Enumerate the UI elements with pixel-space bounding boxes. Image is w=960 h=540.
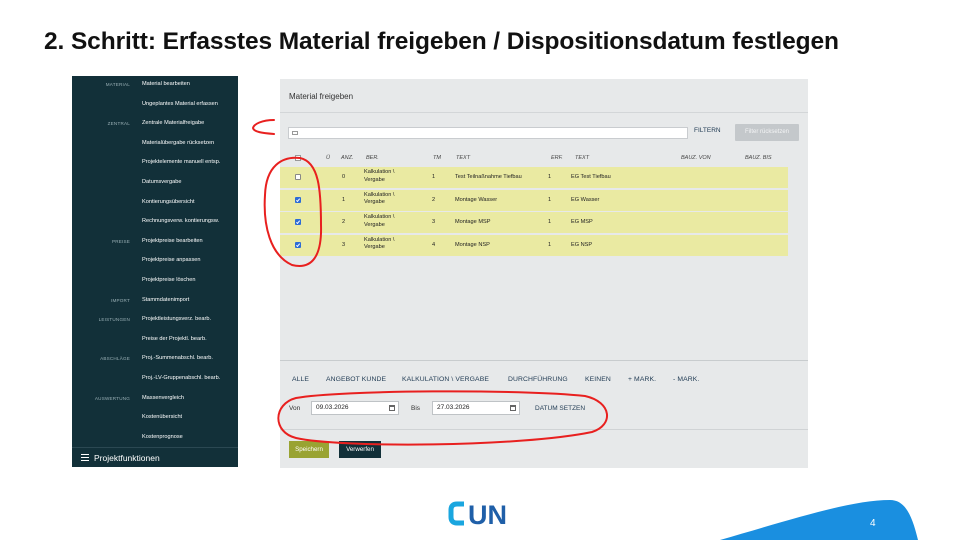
- footer-wave-shape: [720, 500, 918, 540]
- footer-wave: [720, 500, 918, 540]
- page-number: 4: [870, 518, 876, 529]
